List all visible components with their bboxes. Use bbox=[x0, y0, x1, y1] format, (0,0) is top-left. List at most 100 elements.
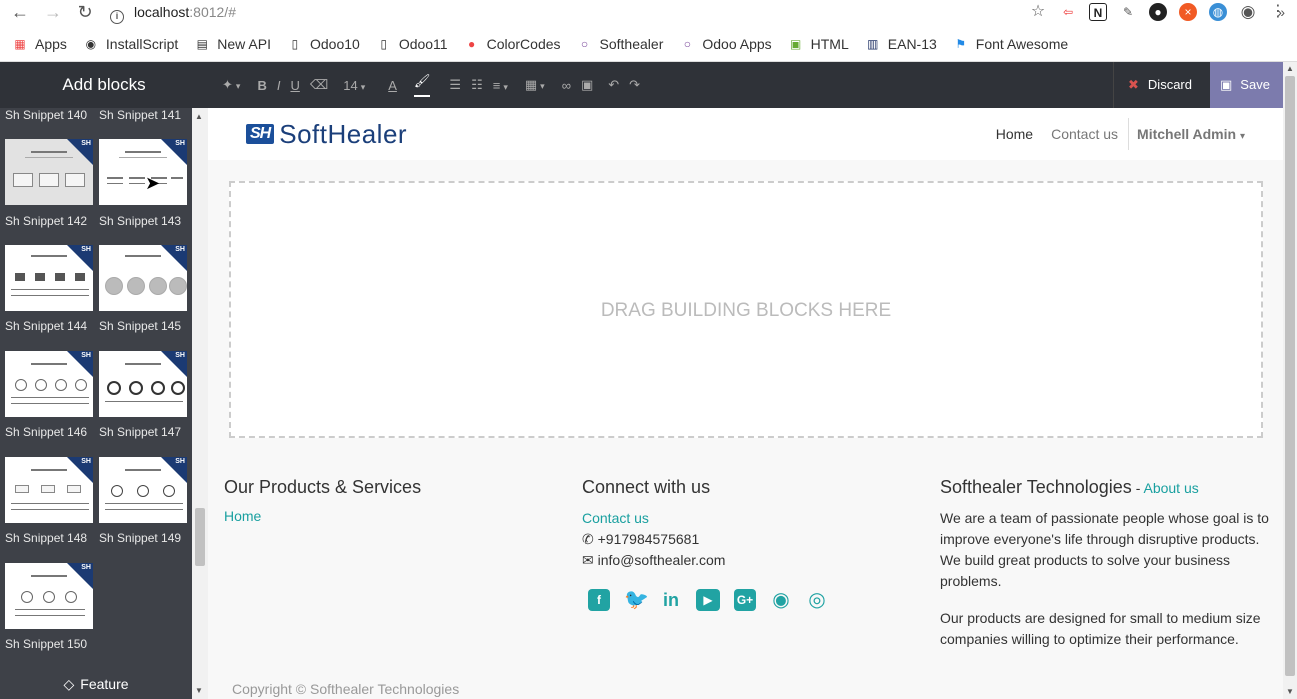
image-icon[interactable]: ▣ bbox=[581, 77, 593, 93]
user-menu[interactable]: Mitchell Admin ▾ bbox=[1128, 118, 1245, 150]
numbered-list-icon[interactable]: ☷ bbox=[471, 77, 483, 93]
scroll-thumb[interactable] bbox=[1285, 76, 1295, 676]
link-icon[interactable]: ∞ bbox=[562, 78, 571, 93]
save-label: Save bbox=[1240, 77, 1270, 92]
page-scrollbar[interactable]: ▲ ▼ bbox=[1283, 62, 1297, 699]
extension-dark-icon[interactable]: ● bbox=[1149, 3, 1167, 21]
bookmark-colorcodes[interactable]: ● ColorCodes bbox=[464, 36, 561, 52]
reload-icon[interactable]: ↻ bbox=[75, 2, 95, 22]
twitter-icon[interactable]: 🐦 bbox=[624, 589, 649, 611]
html-icon: ▣ bbox=[789, 37, 802, 51]
snippet-thumb-144[interactable]: SH bbox=[5, 245, 93, 311]
google-plus-icon[interactable]: G+ bbox=[734, 589, 756, 611]
bookmark-odoo11[interactable]: ▯ Odoo11 bbox=[376, 36, 448, 52]
snippet-thumb-148[interactable]: SH bbox=[5, 457, 93, 523]
scroll-up-icon[interactable]: ▲ bbox=[195, 112, 203, 121]
drop-zone[interactable]: DRAG BUILDING BLOCKS HERE bbox=[229, 181, 1263, 438]
feature-category[interactable]: ◇ Feature bbox=[0, 676, 192, 693]
flag-icon: ⚑ bbox=[955, 37, 967, 51]
copyright: Copyright © Softhealer Technologies bbox=[232, 681, 460, 697]
about-paragraph-1: We are a team of passionate people whose… bbox=[940, 510, 1269, 589]
bold-icon[interactable]: B bbox=[257, 78, 266, 93]
linkedin-icon[interactable]: in bbox=[660, 589, 682, 611]
badge-text: SH bbox=[175, 458, 185, 465]
scroll-up-icon[interactable]: ▲ bbox=[1286, 64, 1294, 73]
extension-tool-icon[interactable]: ✎ bbox=[1119, 3, 1137, 21]
footer-about-link[interactable]: About us bbox=[1143, 480, 1198, 496]
drop-message: DRAG BUILDING BLOCKS HERE bbox=[600, 300, 892, 321]
bookmark-odoo10[interactable]: ▯ Odoo10 bbox=[287, 36, 360, 52]
account-icon[interactable]: ◉ bbox=[1239, 3, 1257, 21]
bookmark-apps[interactable]: ▦ Apps bbox=[12, 36, 67, 52]
discard-button[interactable]: ✖ Discard bbox=[1113, 62, 1210, 108]
floppy-icon: ▣ bbox=[1220, 77, 1233, 92]
badge-text: SH bbox=[81, 352, 91, 359]
info-icon[interactable]: i bbox=[110, 10, 124, 24]
underline-icon[interactable]: U bbox=[290, 78, 299, 93]
align-icon[interactable]: ≡ bbox=[493, 78, 508, 93]
bookmark-new-api[interactable]: ▤ New API bbox=[194, 36, 271, 52]
scroll-thumb[interactable] bbox=[195, 508, 205, 566]
font-color-icon[interactable]: A bbox=[388, 78, 397, 93]
snippet-thumb-145[interactable]: SH bbox=[99, 245, 187, 311]
bookmark-label: Odoo10 bbox=[309, 36, 360, 52]
table-icon[interactable]: ▦ bbox=[525, 77, 545, 93]
bookmark-font-awesome[interactable]: ⚑ Font Awesome bbox=[953, 36, 1068, 52]
eraser-icon[interactable]: ⌫ bbox=[310, 77, 328, 93]
snippet-thumb-146[interactable]: SH bbox=[5, 351, 93, 417]
bookmark-label: Softhealer bbox=[599, 36, 664, 52]
snippet-label: Sh Snippet 140 bbox=[5, 108, 88, 122]
bookmark-installscript[interactable]: ◉ InstallScript bbox=[83, 36, 179, 52]
extension-orange-icon[interactable]: × bbox=[1179, 3, 1197, 21]
url-host: localhost bbox=[134, 4, 190, 20]
scroll-down-icon[interactable]: ▼ bbox=[1286, 687, 1294, 696]
italic-icon[interactable]: I bbox=[277, 78, 281, 93]
bookmark-html[interactable]: ▣ HTML bbox=[788, 36, 849, 52]
snippet-list: Sh Snippet 140 Sh Snippet 141 SH SH Sh S… bbox=[0, 108, 192, 699]
facebook-icon[interactable]: f bbox=[588, 589, 610, 611]
star-icon[interactable]: ☆ bbox=[1029, 3, 1047, 21]
sidebar-scrollbar[interactable]: ▲ ▼ bbox=[192, 108, 208, 699]
bookmark-ean13[interactable]: ▥ EAN-13 bbox=[865, 36, 937, 52]
bookmark-softhealer[interactable]: ○ Softhealer bbox=[577, 36, 664, 52]
softhealer-logo[interactable]: SH SoftHealer bbox=[246, 119, 407, 149]
bookmark-label: Odoo11 bbox=[398, 36, 448, 52]
instagram-icon[interactable]: ◎ bbox=[806, 589, 828, 611]
bookmark-label: ColorCodes bbox=[486, 36, 561, 52]
snippet-thumb-150[interactable]: SH bbox=[5, 563, 93, 629]
extension-arrow-icon[interactable]: ⇦ bbox=[1059, 3, 1077, 21]
snippet-thumb-147[interactable]: SH bbox=[99, 351, 187, 417]
footer-contact-link[interactable]: Contact us bbox=[582, 508, 912, 529]
snippet-thumb-142[interactable]: SH bbox=[5, 139, 93, 205]
footer-home-link[interactable]: Home bbox=[224, 508, 554, 524]
github-icon[interactable]: ◉ bbox=[770, 589, 792, 611]
back-icon[interactable]: ← bbox=[10, 2, 30, 22]
nav-home[interactable]: Home bbox=[996, 126, 1033, 142]
address-bar[interactable]: i localhost:8012/# bbox=[110, 0, 980, 24]
bookmarks-overflow-icon[interactable]: » bbox=[1277, 4, 1285, 20]
snippet-thumb-143[interactable]: SH bbox=[99, 139, 187, 205]
scroll-down-icon[interactable]: ▼ bbox=[195, 686, 203, 695]
extension-n-icon[interactable]: N bbox=[1089, 3, 1107, 21]
badge-text: SH bbox=[175, 140, 185, 147]
snippet-label: Sh Snippet 150 bbox=[5, 637, 88, 651]
magic-wand-icon[interactable]: ✦ bbox=[222, 77, 240, 93]
undo-icon[interactable]: ↶ bbox=[608, 77, 619, 93]
footer-about: Softhealer Technologies - About us We ar… bbox=[940, 477, 1275, 650]
forward-icon[interactable]: → bbox=[43, 2, 63, 22]
extension-globe-icon[interactable]: ◍ bbox=[1209, 3, 1227, 21]
highlight-brush-icon[interactable]: 🖌 bbox=[413, 73, 431, 97]
nav-contact-us[interactable]: Contact us bbox=[1051, 126, 1118, 142]
footer-phone: ✆ +917984575681 bbox=[582, 529, 912, 550]
bookmark-label: HTML bbox=[810, 36, 849, 52]
bookmark-odoo-apps[interactable]: ○ Odoo Apps bbox=[679, 36, 772, 52]
font-size-dropdown[interactable]: 14 bbox=[343, 78, 365, 93]
title-separator: - bbox=[1131, 480, 1144, 496]
youtube-icon[interactable]: ▶ bbox=[696, 589, 720, 611]
bullet-list-icon[interactable]: ☰ bbox=[449, 77, 461, 93]
snippet-thumb-149[interactable]: SH bbox=[99, 457, 187, 523]
redo-icon[interactable]: ↷ bbox=[629, 77, 640, 93]
browser-chrome: ← → ↻ i localhost:8012/# ☆ ⇦ N ✎ ● × ◍ ◉ … bbox=[0, 0, 1297, 62]
url-rest: :8012/# bbox=[189, 4, 236, 20]
odoo-circle-icon: ○ bbox=[580, 37, 589, 51]
